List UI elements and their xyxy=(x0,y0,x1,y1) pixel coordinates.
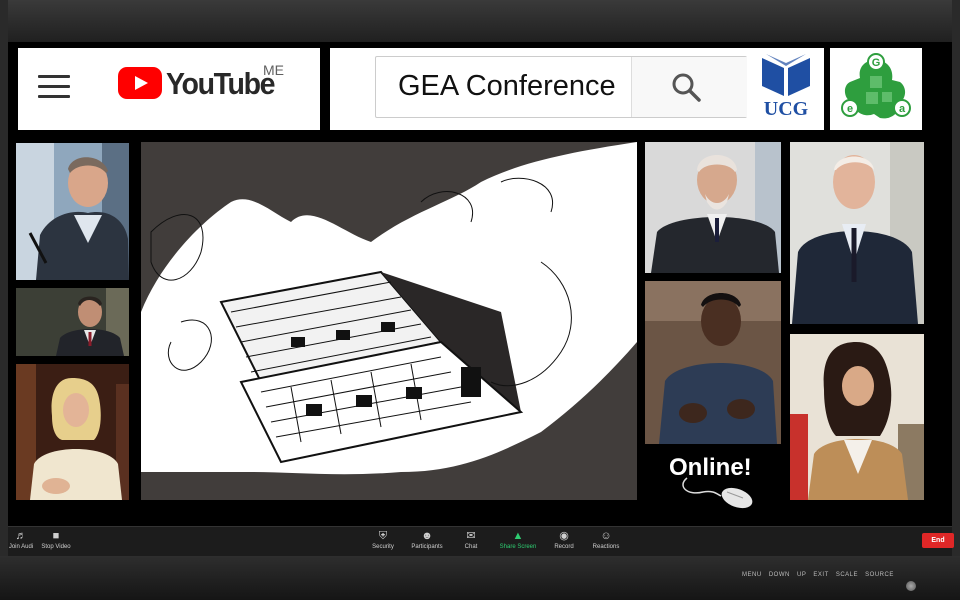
youtube-play-icon[interactable] xyxy=(118,67,162,99)
participants-icon: ☻ xyxy=(421,530,433,542)
join-audio-label: Join Audi xyxy=(8,544,34,550)
participant-video xyxy=(16,288,129,356)
chat-icon: ✉ xyxy=(466,530,476,542)
monitor-bezel-right xyxy=(952,0,960,600)
participant-tile[interactable] xyxy=(645,281,781,444)
participants-label: Participants xyxy=(411,544,443,550)
search-icon xyxy=(672,73,701,102)
participant-tile[interactable] xyxy=(16,143,129,280)
youtube-region-label: ME xyxy=(263,62,284,78)
reactions-button[interactable]: ☺ Reactions xyxy=(590,530,622,550)
stop-video-label: Stop Video xyxy=(41,544,71,550)
participant-tile[interactable] xyxy=(16,364,129,500)
monitor-scale-source-button[interactable]: SCALE SOURCE xyxy=(836,572,894,578)
gea-letter-e: e xyxy=(847,103,853,115)
record-button[interactable]: ◉ Record xyxy=(552,530,576,550)
shield-icon: ⛨ xyxy=(378,530,388,542)
gea-puzzle-logo: G e a xyxy=(841,53,911,119)
monitor-exit-button[interactable]: EXIT xyxy=(813,572,828,578)
gea-letter-g: G xyxy=(872,57,881,69)
monitor-menu-button[interactable]: MENU xyxy=(742,572,762,578)
headphones-icon: ♬ xyxy=(15,530,27,542)
monitor-up-button[interactable]: UP xyxy=(797,572,806,578)
participant-video xyxy=(790,334,924,500)
shared-screen-sketch xyxy=(141,142,637,500)
ucg-logo: UCG xyxy=(758,54,814,124)
participant-tile[interactable] xyxy=(16,288,129,356)
join-audio-button[interactable]: ♬ Join Audi xyxy=(8,530,34,550)
security-button[interactable]: ⛨ Security xyxy=(370,530,396,550)
meeting-toolbar: ♬ Join Audi ■ Stop Video ⛨ Security ☻ Pa… xyxy=(8,526,954,556)
participant-tile[interactable] xyxy=(790,142,924,324)
ucg-logo-text: UCG xyxy=(763,98,809,120)
search-query: GEA Conference xyxy=(398,70,616,102)
monitor-osd-menu: MENU DOWN UP EXIT SCALE SOURCE xyxy=(742,572,894,578)
search-panel: GEA Conference UCG xyxy=(330,48,824,130)
search-button[interactable] xyxy=(631,57,747,117)
share-screen-icon: ▲ xyxy=(512,530,524,542)
gea-logo-panel: G e a xyxy=(830,48,922,130)
participant-video xyxy=(16,143,129,280)
participant-video xyxy=(645,142,781,273)
monitor-bezel-bottom xyxy=(0,556,960,600)
share-screen-label: Share Screen xyxy=(499,544,537,550)
share-screen-button[interactable]: ▲ Share Screen xyxy=(496,530,540,550)
record-icon: ◉ xyxy=(559,530,569,542)
stop-video-button[interactable]: ■ Stop Video xyxy=(39,530,73,550)
power-button-icon[interactable] xyxy=(906,581,916,591)
youtube-logo-text[interactable]: YouTube xyxy=(166,66,275,102)
chat-button[interactable]: ✉ Chat xyxy=(460,530,482,550)
participant-tile[interactable] xyxy=(790,334,924,500)
monitor-bezel-top xyxy=(0,0,960,42)
security-label: Security xyxy=(372,544,394,550)
video-camera-icon: ■ xyxy=(52,530,60,542)
record-label: Record xyxy=(554,544,574,550)
participant-video xyxy=(790,142,924,324)
gea-letter-a: a xyxy=(899,103,906,115)
computer-mouse-icon xyxy=(682,477,753,509)
reactions-label: Reactions xyxy=(592,544,620,550)
participant-tile[interactable] xyxy=(645,142,781,273)
book-icon xyxy=(762,54,810,96)
reactions-icon: ☺ xyxy=(600,530,612,542)
participant-video xyxy=(645,281,781,444)
youtube-header: YouTube ME xyxy=(18,48,320,130)
end-meeting-button[interactable]: End xyxy=(922,533,954,548)
participant-video xyxy=(16,364,129,500)
hamburger-menu-icon[interactable] xyxy=(38,75,70,99)
house-sketch-image xyxy=(141,142,637,500)
monitor-bezel-left xyxy=(0,0,8,600)
online-badge: Online! xyxy=(647,446,782,514)
search-input[interactable]: GEA Conference xyxy=(375,56,747,118)
participants-button[interactable]: ☻ Participants xyxy=(408,530,446,550)
monitor-down-button[interactable]: DOWN xyxy=(769,572,790,578)
chat-label: Chat xyxy=(464,544,478,550)
